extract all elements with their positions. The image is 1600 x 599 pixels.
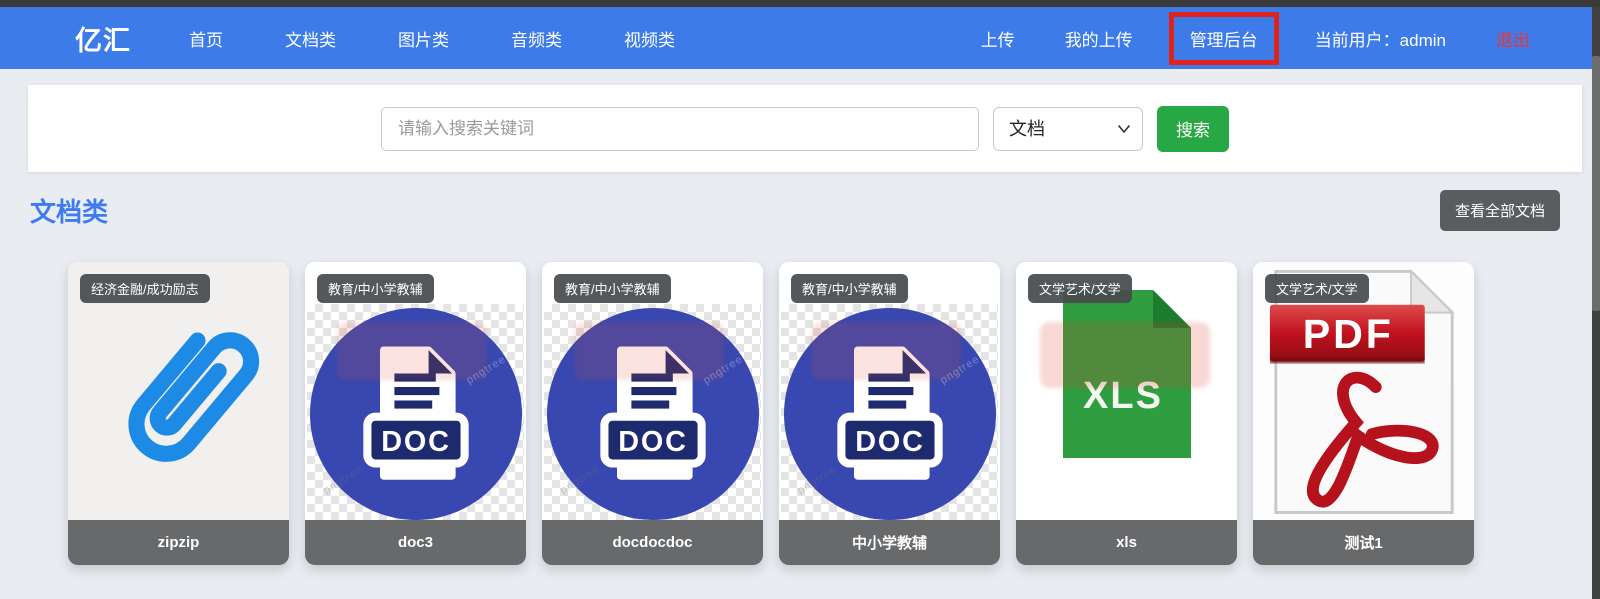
window-top-edge bbox=[0, 0, 1600, 7]
document-card[interactable]: 教育/中小学教辅 pngtree pngtree DOC bbox=[305, 262, 526, 565]
transparency-checkerboard: pngtree pngtree DOC bbox=[544, 304, 761, 520]
category-tag: 文学艺术/文学 bbox=[1028, 274, 1132, 303]
search-input[interactable] bbox=[381, 107, 979, 151]
watermark-logo bbox=[337, 322, 487, 380]
category-tag: 教育/中小学教辅 bbox=[554, 274, 671, 303]
logout-link[interactable]: 退出 bbox=[1496, 26, 1530, 51]
search-bar-panel: 文档 搜索 bbox=[28, 85, 1582, 172]
category-tag: 教育/中小学教辅 bbox=[317, 274, 434, 303]
current-user-label: 当前用户：admin bbox=[1315, 26, 1446, 51]
site-logo[interactable]: 亿汇 bbox=[75, 19, 131, 58]
annotation-highlight-box: 管理后台 bbox=[1169, 12, 1279, 65]
document-card[interactable]: 教育/中小学教辅 pngtree pngtree DOC bbox=[542, 262, 763, 565]
document-card[interactable]: 经济金融/成功励志 zipzip bbox=[68, 262, 289, 565]
category-tag: 教育/中小学教辅 bbox=[791, 274, 908, 303]
document-title: doc3 bbox=[305, 520, 526, 565]
section-title: 文档类 bbox=[30, 192, 108, 229]
nav-item-home[interactable]: 首页 bbox=[189, 26, 223, 51]
svg-text:DOC: DOC bbox=[381, 426, 450, 458]
search-button[interactable]: 搜索 bbox=[1157, 106, 1229, 152]
nav-item-audio[interactable]: 音频类 bbox=[511, 26, 562, 51]
nav-right: 上传 我的上传 管理后台 当前用户：admin 退出 bbox=[981, 21, 1592, 56]
svg-text:DOC: DOC bbox=[618, 426, 687, 458]
nav-item-images[interactable]: 图片类 bbox=[398, 26, 449, 51]
nav-left: 首页 文档类 图片类 音频类 视频类 bbox=[189, 26, 675, 51]
nav-item-my-uploads[interactable]: 我的上传 bbox=[1065, 26, 1133, 51]
watermark-logo bbox=[811, 322, 961, 380]
section-header: 文档类 查看全部文档 bbox=[30, 190, 1560, 231]
category-select[interactable]: 文档 bbox=[993, 107, 1143, 151]
view-all-documents-button[interactable]: 查看全部文档 bbox=[1440, 190, 1560, 231]
document-title: zipzip bbox=[68, 520, 289, 565]
document-card[interactable]: 文学艺术/文学 PDF 测试1 bbox=[1253, 262, 1474, 565]
transparency-checkerboard: pngtree pngtree DOC bbox=[307, 304, 524, 520]
watermark-logo bbox=[1040, 322, 1210, 388]
watermark-logo bbox=[574, 322, 724, 380]
document-title: docdocdoc bbox=[542, 520, 763, 565]
nav-item-admin-backend[interactable]: 管理后台 bbox=[1190, 31, 1258, 50]
navbar: 亿汇 首页 文档类 图片类 音频类 视频类 上传 我的上传 管理后台 当前用户：… bbox=[0, 7, 1592, 69]
document-card[interactable]: 教育/中小学教辅 pngtree pngtree DOC bbox=[779, 262, 1000, 565]
document-title: xls bbox=[1016, 520, 1237, 565]
nav-item-documents[interactable]: 文档类 bbox=[285, 26, 336, 51]
nav-item-upload[interactable]: 上传 bbox=[981, 26, 1015, 51]
transparency-checkerboard: pngtree pngtree DOC bbox=[781, 304, 998, 520]
document-title: 测试1 bbox=[1253, 520, 1474, 565]
document-cards-row: 经济金融/成功励志 zipzip 教育/中小学教辅 pngtree pngtre… bbox=[68, 262, 1474, 565]
svg-text:DOC: DOC bbox=[855, 426, 924, 458]
document-title: 中小学教辅 bbox=[779, 520, 1000, 565]
nav-item-video[interactable]: 视频类 bbox=[624, 26, 675, 51]
scrollbar-track[interactable] bbox=[1592, 0, 1600, 599]
category-tag: 经济金融/成功励志 bbox=[80, 274, 210, 303]
category-select-wrap: 文档 bbox=[993, 107, 1143, 151]
document-card[interactable]: 文学艺术/文学 XLS xls bbox=[1016, 262, 1237, 565]
svg-text:PDF: PDF bbox=[1302, 311, 1393, 357]
scrollbar-thumb[interactable] bbox=[1592, 56, 1600, 311]
category-tag: 文学艺术/文学 bbox=[1265, 274, 1369, 303]
